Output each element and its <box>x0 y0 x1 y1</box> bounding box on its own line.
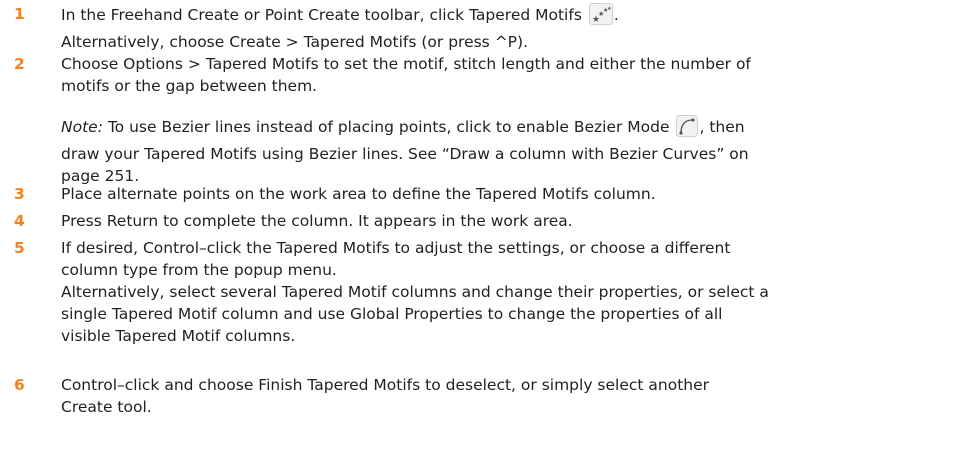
bezier-mode-icon <box>676 115 699 143</box>
step-line: Control–click and choose Finish Tapered … <box>61 376 710 394</box>
step-line: Place alternate points on the work area … <box>61 185 656 203</box>
step-text: Choose Options > Tapered Motifs to set t… <box>61 53 957 97</box>
note-line: Note: To use Bezier lines instead of pla… <box>61 115 957 143</box>
step-text: Place alternate points on the work area … <box>61 183 957 205</box>
instructions-document: 1 In the Freehand Create or Point Create… <box>0 0 957 463</box>
step-line: motifs or the gap between them. <box>61 77 318 95</box>
note-line: draw your Tapered Motifs using Bezier li… <box>61 145 749 163</box>
note-text-segment: To use Bezier lines instead of placing p… <box>102 118 670 136</box>
note-label: Note: <box>61 118 103 136</box>
step-line: Create tool. <box>61 398 152 416</box>
step-line: single Tapered Motif column and use Glob… <box>61 305 723 323</box>
step-line: Alternatively, select several Tapered Mo… <box>61 283 769 301</box>
step-text-segment: . <box>613 6 619 24</box>
step-number: 1 <box>14 5 25 23</box>
step-line: Alternatively, choose Create > Tapered M… <box>61 33 528 51</box>
step-number: 2 <box>14 55 25 73</box>
step-number: 6 <box>14 376 25 394</box>
step-text: Control–click and choose Finish Tapered … <box>61 374 957 418</box>
tapered-motifs-icon: ★ ★ ★ ★ <box>588 3 613 31</box>
step-text: Press Return to complete the column. It … <box>61 210 957 232</box>
step-number: 4 <box>14 212 25 230</box>
note-text-segment: , then <box>699 118 745 136</box>
step-text: If desired, Control–click the Tapered Mo… <box>61 237 957 347</box>
step-number: 5 <box>14 239 25 257</box>
step-line: Press Return to complete the column. It … <box>61 212 573 230</box>
svg-text:★: ★ <box>607 6 612 12</box>
step-line: column type from the popup menu. <box>61 261 337 279</box>
step-line: If desired, Control–click the Tapered Mo… <box>61 239 731 257</box>
step-number: 3 <box>14 185 25 203</box>
step-line: visible Tapered Motif columns. <box>61 327 296 345</box>
step-line: In the Freehand Create or Point Create t… <box>61 3 957 31</box>
step-line: Choose Options > Tapered Motifs to set t… <box>61 55 751 73</box>
step-text: In the Freehand Create or Point Create t… <box>61 3 957 53</box>
note-text: Note: To use Bezier lines instead of pla… <box>61 115 957 187</box>
step-text-segment: In the Freehand Create or Point Create t… <box>61 6 582 24</box>
